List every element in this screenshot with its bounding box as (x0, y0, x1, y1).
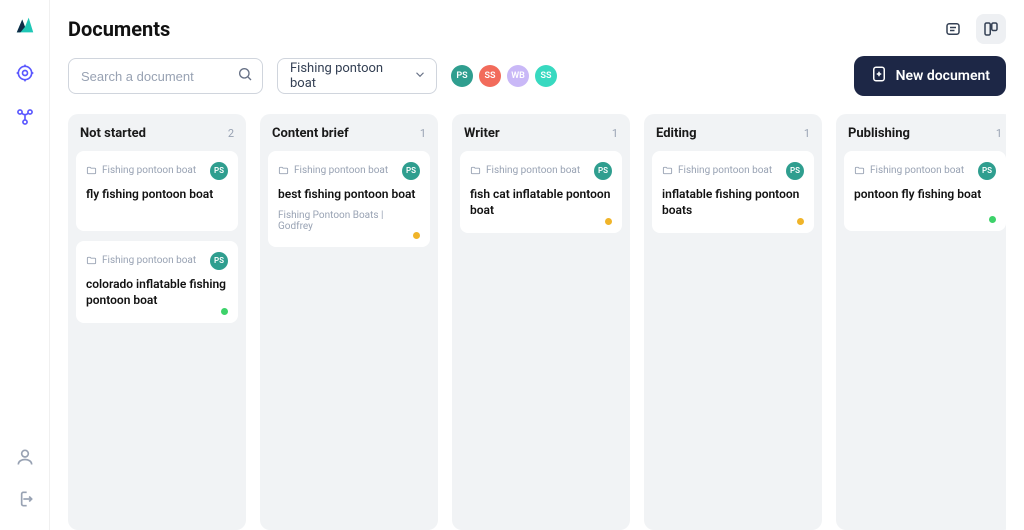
plus-document-icon (870, 65, 888, 87)
column-count: 1 (612, 127, 618, 140)
header: Documents (68, 14, 1006, 44)
new-document-label: New document (896, 68, 990, 84)
card-status-dot (989, 216, 996, 223)
card-folder: Fishing pontoon boat (870, 165, 964, 176)
avatar[interactable]: SS (479, 65, 501, 87)
nav-workflow-icon[interactable] (14, 106, 36, 128)
document-card[interactable]: Fishing pontoon boat PS fish cat inflatabl… (460, 151, 622, 233)
kanban-board: Not started 2 Fishing pontoon boat PS fly fi… (68, 114, 1006, 530)
card-title: colorado inflatable fishing pontoon boat (86, 276, 228, 308)
card-folder: Fishing pontoon boat (102, 165, 196, 176)
app-logo (14, 14, 36, 36)
card-top: Fishing pontoon boat PS (854, 161, 996, 180)
board-column: Publishing 1 Fishing pontoon boat PS pontoon… (836, 114, 1006, 530)
card-title: fish cat inflatable pontoon boat (470, 186, 612, 218)
card-status-dot (413, 232, 420, 239)
card-folder: Fishing pontoon boat (294, 165, 388, 176)
search-wrapper (68, 58, 263, 94)
card-title: best fishing pontoon boat (278, 186, 420, 202)
column-title: Writer (464, 126, 500, 141)
column-title: Publishing (848, 126, 910, 141)
card-folder: Fishing pontoon boat (102, 255, 196, 266)
card-assignee-avatar: PS (786, 162, 804, 180)
card-subtitle: Fishing Pontoon Boats | Godfrey (278, 210, 420, 232)
nav-dashboard-icon[interactable] (14, 62, 36, 84)
card-assignee-avatar: PS (210, 252, 228, 270)
controls-row: Fishing pontoon boat PS SS WB SS New docume… (68, 56, 1006, 96)
folder-icon (470, 161, 481, 180)
folder-icon (662, 161, 673, 180)
card-status-dot (221, 308, 228, 315)
column-count: 1 (804, 127, 810, 140)
column-header: Publishing 1 (844, 124, 1006, 151)
column-title: Editing (656, 126, 697, 141)
card-folder: Fishing pontoon boat (678, 165, 772, 176)
board-column: Editing 1 Fishing pontoon boat PS inflatable… (644, 114, 822, 530)
folder-icon (278, 161, 289, 180)
board-column: Not started 2 Fishing pontoon boat PS fly fi… (68, 114, 246, 530)
avatar[interactable]: WB (507, 65, 529, 87)
card-top: Fishing pontoon boat PS (662, 161, 804, 180)
sidebar (0, 0, 50, 530)
document-card[interactable]: Fishing pontoon boat PS colorado inflatabl… (76, 241, 238, 323)
document-card[interactable]: Fishing pontoon boat PS fly fishing pontoo… (76, 151, 238, 231)
card-assignee-avatar: PS (402, 162, 420, 180)
card-title: pontoon fly fishing boat (854, 186, 996, 202)
search-icon (237, 66, 253, 86)
card-title: fly fishing pontoon boat (86, 186, 228, 202)
avatar[interactable]: PS (451, 65, 473, 87)
search-input[interactable] (68, 58, 263, 94)
filter-wrapper: Fishing pontoon boat (277, 58, 437, 94)
avatar[interactable]: SS (535, 65, 557, 87)
column-title: Not started (80, 126, 146, 141)
folder-icon (854, 161, 865, 180)
board-column: Content brief 1 Fishing pontoon boat PS best… (260, 114, 438, 530)
column-header: Content brief 1 (268, 124, 430, 151)
column-title: Content brief (272, 126, 349, 141)
board-column: Writer 1 Fishing pontoon boat PS fish cat in… (452, 114, 630, 530)
document-card[interactable]: Fishing pontoon boat PS best fishing ponto… (268, 151, 430, 247)
column-header: Writer 1 (460, 124, 622, 151)
card-assignee-avatar: PS (210, 162, 228, 180)
card-folder: Fishing pontoon boat (486, 165, 580, 176)
card-top: Fishing pontoon boat PS (278, 161, 420, 180)
nav-logout-icon[interactable] (14, 488, 36, 510)
column-header: Editing 1 (652, 124, 814, 151)
view-list-button[interactable] (938, 14, 968, 44)
card-status-dot (797, 218, 804, 225)
nav-profile-icon[interactable] (14, 446, 36, 468)
filter-value: Fishing pontoon boat (290, 61, 406, 91)
folder-icon (86, 251, 97, 270)
card-assignee-avatar: PS (978, 162, 996, 180)
column-header: Not started 2 (76, 124, 238, 151)
card-top: Fishing pontoon boat PS (470, 161, 612, 180)
document-card[interactable]: Fishing pontoon boat PS inflatable fishing… (652, 151, 814, 233)
card-status-dot (605, 218, 612, 225)
card-top: Fishing pontoon boat PS (86, 161, 228, 180)
main: Documents Fishing (50, 0, 1024, 530)
chevron-down-icon (413, 67, 427, 86)
column-count: 1 (420, 127, 426, 140)
avatar-filter-group: PS SS WB SS (451, 65, 557, 87)
card-top: Fishing pontoon boat PS (86, 251, 228, 270)
page-title: Documents (68, 17, 170, 41)
view-board-button[interactable] (976, 14, 1006, 44)
card-assignee-avatar: PS (594, 162, 612, 180)
document-card[interactable]: Fishing pontoon boat PS pontoon fly fishin… (844, 151, 1006, 231)
column-count: 1 (996, 127, 1002, 140)
folder-icon (86, 161, 97, 180)
new-document-button[interactable]: New document (854, 56, 1006, 96)
column-count: 2 (228, 127, 234, 140)
card-title: inflatable fishing pontoon boats (662, 186, 804, 218)
